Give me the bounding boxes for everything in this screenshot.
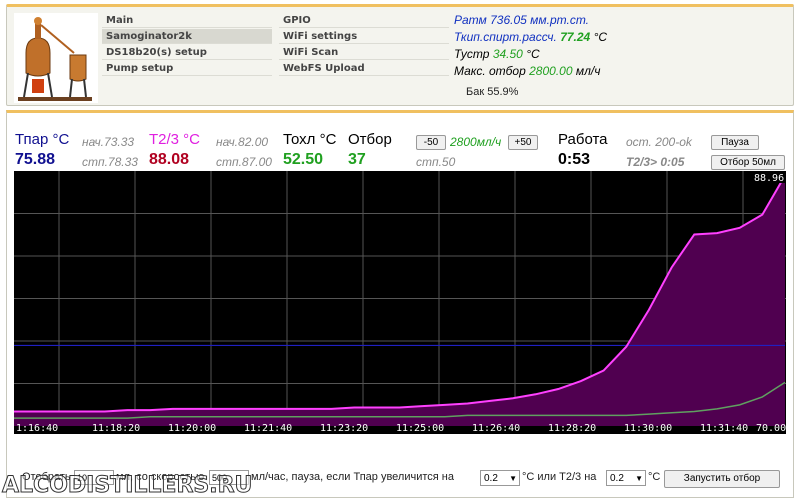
still-logo	[14, 13, 98, 103]
otbor-label: Отбор	[348, 131, 392, 148]
info-block: Pатм 736.05 мм.рт.ст. Ткип.спирт.рассч. …	[454, 12, 607, 80]
t23-condition: Т2/3> 0:05	[626, 155, 685, 169]
nav-wifi-scan[interactable]: WiFi Scan	[279, 45, 449, 60]
nav-wifi-settings[interactable]: WiFi settings	[279, 29, 449, 44]
t23-delta-label: °С или Т2/3 на	[522, 471, 597, 483]
tpar-label: Тпар °С	[15, 131, 70, 148]
start-take-button[interactable]: Запустить отбор	[664, 470, 780, 488]
tohl-value: 52.50	[283, 151, 324, 168]
nav-webfs-upload[interactable]: WebFS Upload	[279, 61, 449, 76]
tustr-unit: °C	[526, 47, 540, 61]
otbor-stop: стп.50	[416, 155, 456, 169]
tpar-delta-value: 0.2	[484, 473, 498, 484]
tkip-label: Ткип.спирт.рассч.	[454, 30, 557, 44]
nav-main[interactable]: Main	[102, 13, 272, 28]
tpar-stop: стп.78.33	[82, 155, 138, 169]
pause-condition-label: мл/час, пауза, если Тпар увеличится на	[251, 471, 454, 483]
t23-stop: стп.87.00	[216, 155, 272, 169]
chevron-down-icon: ▼	[509, 474, 517, 483]
tpar-start: нач.73.33	[82, 135, 135, 149]
tohl-label: Тохл °С	[283, 131, 337, 148]
x-tick-label: 11:28:20	[548, 423, 596, 434]
maxotb-label: Макс. отбор	[454, 64, 526, 78]
work-time: 0:53	[558, 151, 591, 168]
tustr-value: 34.50	[492, 47, 523, 61]
patm-unit: мм.рт.ст.	[530, 13, 590, 27]
x-tick-label: 11:31:40	[700, 423, 748, 434]
nav-pump-setup[interactable]: Pump setup	[102, 61, 272, 76]
x-tick-label: 11:20:00	[168, 423, 216, 434]
x-tick-label: 11:25:00	[396, 423, 444, 434]
otbor-value: 37	[348, 151, 366, 168]
t23-label: Т2/3 °С	[149, 131, 201, 148]
tpar-delta-select[interactable]: 0.2 ▼	[480, 470, 520, 486]
x-tick-label: 11:26:40	[472, 423, 520, 434]
header-panel: Main Samoginator2k DS18b20(s) setup Pump…	[6, 4, 794, 106]
temperature-chart: 1:16:40 11:18:20 11:20:00 11:21:40 11:23:20 1…	[14, 171, 786, 434]
t23-start: нач.82.00	[216, 135, 269, 149]
watermark: ALCODISTILLERS.RU	[1, 473, 253, 499]
flow-rate: 2800мл/ч	[450, 135, 502, 149]
degree-label: °С	[648, 471, 661, 483]
tustr-label: Тустр	[454, 47, 490, 61]
nav-gpio[interactable]: GPIO	[279, 13, 449, 28]
nav-ds18b20-setup[interactable]: DS18b20(s) setup	[102, 45, 272, 60]
t23-delta-value: 0.2	[610, 473, 624, 484]
x-tick-label: 1:16:40	[16, 423, 58, 434]
tkip-unit: °C	[593, 30, 608, 44]
t23-value: 88.08	[149, 151, 190, 168]
tustr-row: Тустр 34.50 °C	[454, 46, 607, 63]
decrease-flow-button[interactable]: -50	[416, 135, 446, 150]
nav-column-2: GPIO WiFi settings WiFi Scan WebFS Uploa…	[279, 13, 449, 77]
y-axis-min-label: 70.00	[756, 423, 786, 434]
maxotb-unit: мл/ч	[575, 64, 601, 78]
tank-level: Бак 55.9%	[466, 86, 519, 98]
x-tick-label: 11:21:40	[244, 423, 292, 434]
top-value-label: 88.96	[754, 173, 784, 184]
patm-value: 736.05	[490, 13, 527, 27]
maxotb-value: 2800.00	[529, 64, 573, 78]
increase-flow-button[interactable]: +50	[508, 135, 538, 150]
maxotb-row: Макс. отбор 2800.00 мл/ч	[454, 63, 607, 80]
chevron-down-icon: ▼	[635, 474, 643, 483]
tpar-value: 75.88	[15, 151, 56, 168]
work-label: Работа	[558, 131, 608, 148]
nav-samoginator[interactable]: Samoginator2k	[102, 29, 272, 44]
remaining-status: ост. 200-ok	[626, 135, 692, 149]
pause-button[interactable]: Пауза	[711, 135, 759, 150]
chart-svg: 1:16:40 11:18:20 11:20:00 11:21:40 11:23:20 1…	[14, 171, 786, 434]
patm-label: Pатм	[454, 13, 487, 27]
x-tick-label: 11:30:00	[624, 423, 672, 434]
tkip-row: Ткип.спирт.рассч. 77.24 °C	[454, 29, 607, 46]
tkip-value: 77.24	[560, 30, 591, 44]
t23-delta-select[interactable]: 0.2 ▼	[606, 470, 646, 486]
take-50ml-button[interactable]: Отбор 50мл	[711, 155, 785, 170]
patm-row: Pатм 736.05 мм.рт.ст.	[454, 12, 607, 29]
x-tick-label: 11:18:20	[92, 423, 140, 434]
x-tick-label: 11:23:20	[320, 423, 368, 434]
nav-column-1: Main Samoginator2k DS18b20(s) setup Pump…	[102, 13, 272, 77]
